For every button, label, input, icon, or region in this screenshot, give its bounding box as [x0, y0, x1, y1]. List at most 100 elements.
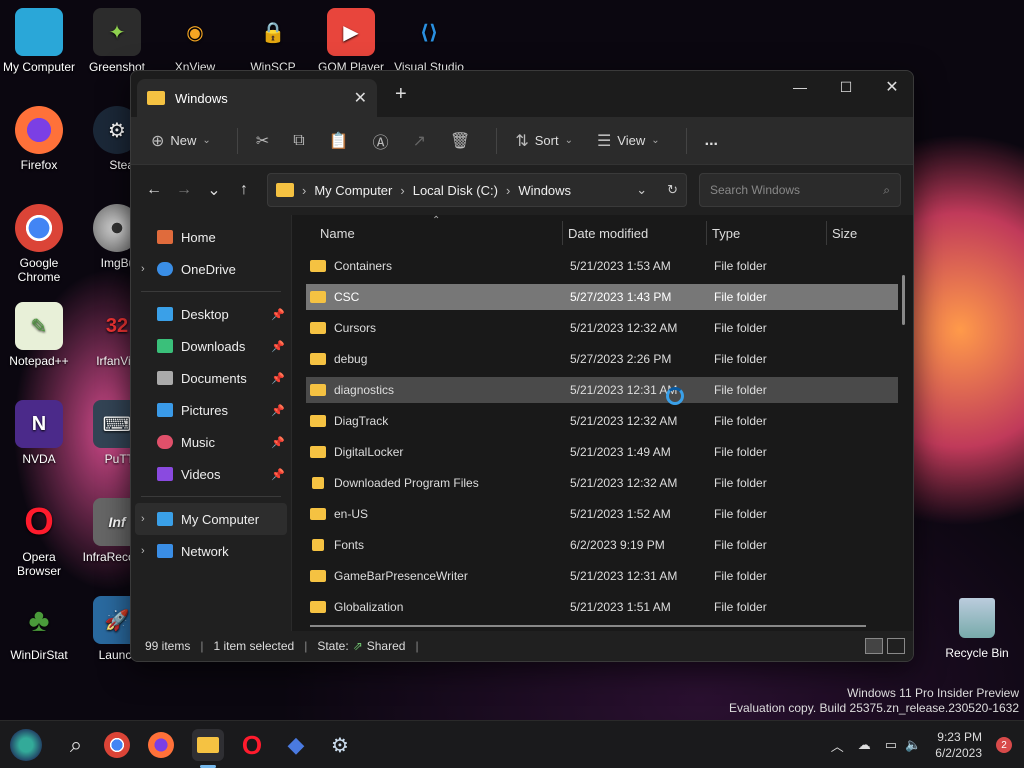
sidebar-item-downloads[interactable]: Downloads 📌 [131, 330, 291, 362]
clock[interactable]: 9:23 PM 6/2/2023 [935, 729, 982, 761]
column-header-type[interactable]: Type [712, 226, 740, 241]
desktop-icon-windirstat[interactable]: ♣ WinDirStat [0, 596, 78, 663]
sidebar-item-music[interactable]: Music 📌 [131, 426, 291, 458]
fonts-folder-icon [312, 539, 324, 551]
column-divider[interactable] [562, 221, 563, 245]
sidebar-item-desktop[interactable]: Desktop 📌 [131, 298, 291, 330]
breadcrumb-windows[interactable]: Windows [518, 183, 571, 198]
document-icon [157, 371, 173, 385]
new-tab-button[interactable]: + [395, 83, 407, 106]
breadcrumb-local-disk[interactable]: Local Disk (C:) [413, 183, 498, 198]
desktop-icon-firefox[interactable]: Firefox [0, 106, 78, 172]
nvda-drop-icon[interactable]: ◆ [280, 729, 312, 761]
start-button[interactable] [10, 729, 42, 761]
desktop-icon-my-computer[interactable]: My Computer [0, 8, 78, 74]
table-row[interactable]: Globalization 5/21/2023 1:51 AM File fol… [306, 594, 898, 620]
address-history-dropdown[interactable]: ⌄ [636, 182, 647, 198]
sidebar-item-home[interactable]: Home [131, 221, 291, 253]
sidebar-item-my-computer[interactable]: › My Computer [135, 503, 287, 535]
refresh-button[interactable]: ↻ [667, 182, 678, 198]
desktop-icon-nvda[interactable]: N NVDA [0, 400, 78, 466]
sort-button[interactable]: ⇅ Sort ⌄ [507, 125, 581, 157]
new-button[interactable]: ⊕ New ⌄ [143, 125, 219, 157]
maximize-button[interactable]: ☐ [823, 71, 869, 103]
steam-icon[interactable]: ⚙ [324, 729, 356, 761]
column-header-name[interactable]: Name [320, 226, 355, 241]
table-row[interactable]: CSC 5/27/2023 1:43 PM File folder [306, 284, 898, 310]
file-list: Name ⌃ Date modified Type Size Container… [291, 215, 913, 631]
chevron-right-icon[interactable]: › [141, 545, 157, 557]
search-icon[interactable]: ⌕ [60, 729, 92, 761]
sidebar-item-videos[interactable]: Videos 📌 [131, 458, 291, 490]
search-input[interactable]: Search Windows ⌕ [699, 173, 901, 207]
recent-locations-button[interactable]: ⌄ [199, 180, 229, 200]
xnview-icon: ◉ [186, 21, 204, 44]
chevron-right-icon[interactable]: › [141, 263, 157, 275]
address-bar[interactable]: › My Computer › Local Disk (C:) › Window… [267, 173, 687, 207]
column-divider[interactable] [706, 221, 707, 245]
column-header-size[interactable]: Size [832, 226, 857, 241]
desktop-icon-visual-studio[interactable]: ⟨⟩ Visual Studio [390, 8, 468, 75]
forward-button[interactable]: → [169, 181, 199, 199]
up-button[interactable]: ↑ [229, 181, 259, 199]
details-view-button[interactable] [865, 638, 883, 654]
large-icons-view-button[interactable] [887, 638, 905, 654]
display-icon[interactable]: ▭ [885, 737, 897, 753]
folder-icon [310, 384, 326, 396]
cut-button[interactable]: ✂ [248, 125, 277, 157]
close-tab-icon[interactable]: ✕ [354, 88, 367, 108]
desktop-icon-gom-player[interactable]: ▶ GOM Player [312, 8, 390, 74]
folder-icon [310, 260, 326, 272]
chrome-icon[interactable] [104, 732, 130, 758]
volume-icon[interactable]: 🔈 [905, 737, 921, 753]
minimize-button[interactable]: — [777, 71, 823, 103]
vertical-scrollbar[interactable] [902, 275, 905, 325]
sidebar-item-onedrive[interactable]: › OneDrive [131, 253, 291, 285]
sidebar-item-documents[interactable]: Documents 📌 [131, 362, 291, 394]
recycle-bin-icon [959, 598, 995, 638]
view-button[interactable]: ☰ View ⌄ [589, 125, 668, 157]
table-row[interactable]: DiagTrack 5/21/2023 12:32 AM File folder [306, 408, 898, 434]
desktop-icon-recycle-bin[interactable]: Recycle Bin [940, 598, 1014, 660]
column-divider[interactable] [826, 221, 827, 245]
desktop-icon-notepadpp[interactable]: ✎ Notepad++ [0, 302, 78, 368]
desktop-icon-greenshot[interactable]: ✦ Greenshot [78, 8, 156, 74]
folder-icon [310, 508, 326, 520]
firefox-icon[interactable] [148, 732, 174, 758]
file-explorer-icon[interactable] [192, 729, 224, 761]
rename-button[interactable]: Ⓐ [365, 125, 397, 157]
desktop-icon-opera[interactable]: O Opera Browser [0, 498, 78, 579]
show-hidden-icons-chevron-icon[interactable]: ︿ [831, 736, 844, 755]
back-button[interactable]: ← [139, 181, 169, 199]
table-row[interactable]: diagnostics 5/21/2023 12:31 AM File fold… [306, 377, 898, 403]
breadcrumb-my-computer[interactable]: My Computer [314, 183, 392, 198]
copy-button[interactable]: ⧉ [285, 125, 312, 157]
delete-button[interactable]: 🗑 [442, 125, 478, 157]
desktop-icon-chrome[interactable]: Google Chrome [0, 204, 78, 284]
tab-windows[interactable]: Windows ✕ [137, 79, 377, 117]
close-window-button[interactable]: ✕ [869, 71, 913, 103]
horizontal-scrollbar[interactable] [310, 625, 866, 627]
chevron-right-icon[interactable]: › [141, 513, 157, 525]
notification-badge[interactable]: 2 [996, 737, 1012, 753]
table-row[interactable]: debug 5/27/2023 2:26 PM File folder [306, 346, 898, 372]
table-row[interactable]: en-US 5/21/2023 1:52 AM File folder [306, 501, 898, 527]
share-button[interactable]: ↗ [405, 125, 434, 157]
network-disconnected-icon[interactable]: ☁ [858, 737, 871, 753]
sidebar-item-pictures[interactable]: Pictures 📌 [131, 394, 291, 426]
column-header-date[interactable]: Date modified [568, 226, 648, 241]
sidebar-item-network[interactable]: › Network [131, 535, 291, 567]
see-more-button[interactable]: ... [697, 125, 726, 157]
table-row[interactable]: Containers 5/21/2023 1:53 AM File folder [306, 253, 898, 279]
state-label: State: [317, 639, 349, 653]
paste-button[interactable]: 📋 [321, 125, 357, 157]
desktop-icon-winscp[interactable]: 🔒 WinSCP [234, 8, 312, 75]
table-row[interactable]: Fonts 6/2/2023 9:19 PM File folder [306, 532, 898, 558]
table-row[interactable]: DigitalLocker 5/21/2023 1:49 AM File fol… [306, 439, 898, 465]
table-row[interactable]: GameBarPresenceWriter 5/21/2023 12:31 AM… [306, 563, 898, 589]
table-row[interactable]: Cursors 5/21/2023 12:32 AM File folder [306, 315, 898, 341]
table-row[interactable]: Downloaded Program Files 5/21/2023 12:32… [306, 470, 898, 496]
desktop-icon-xnview[interactable]: ◉ XnView [156, 8, 234, 75]
opera-icon[interactable]: O [236, 729, 268, 761]
chrome-icon [15, 204, 63, 252]
